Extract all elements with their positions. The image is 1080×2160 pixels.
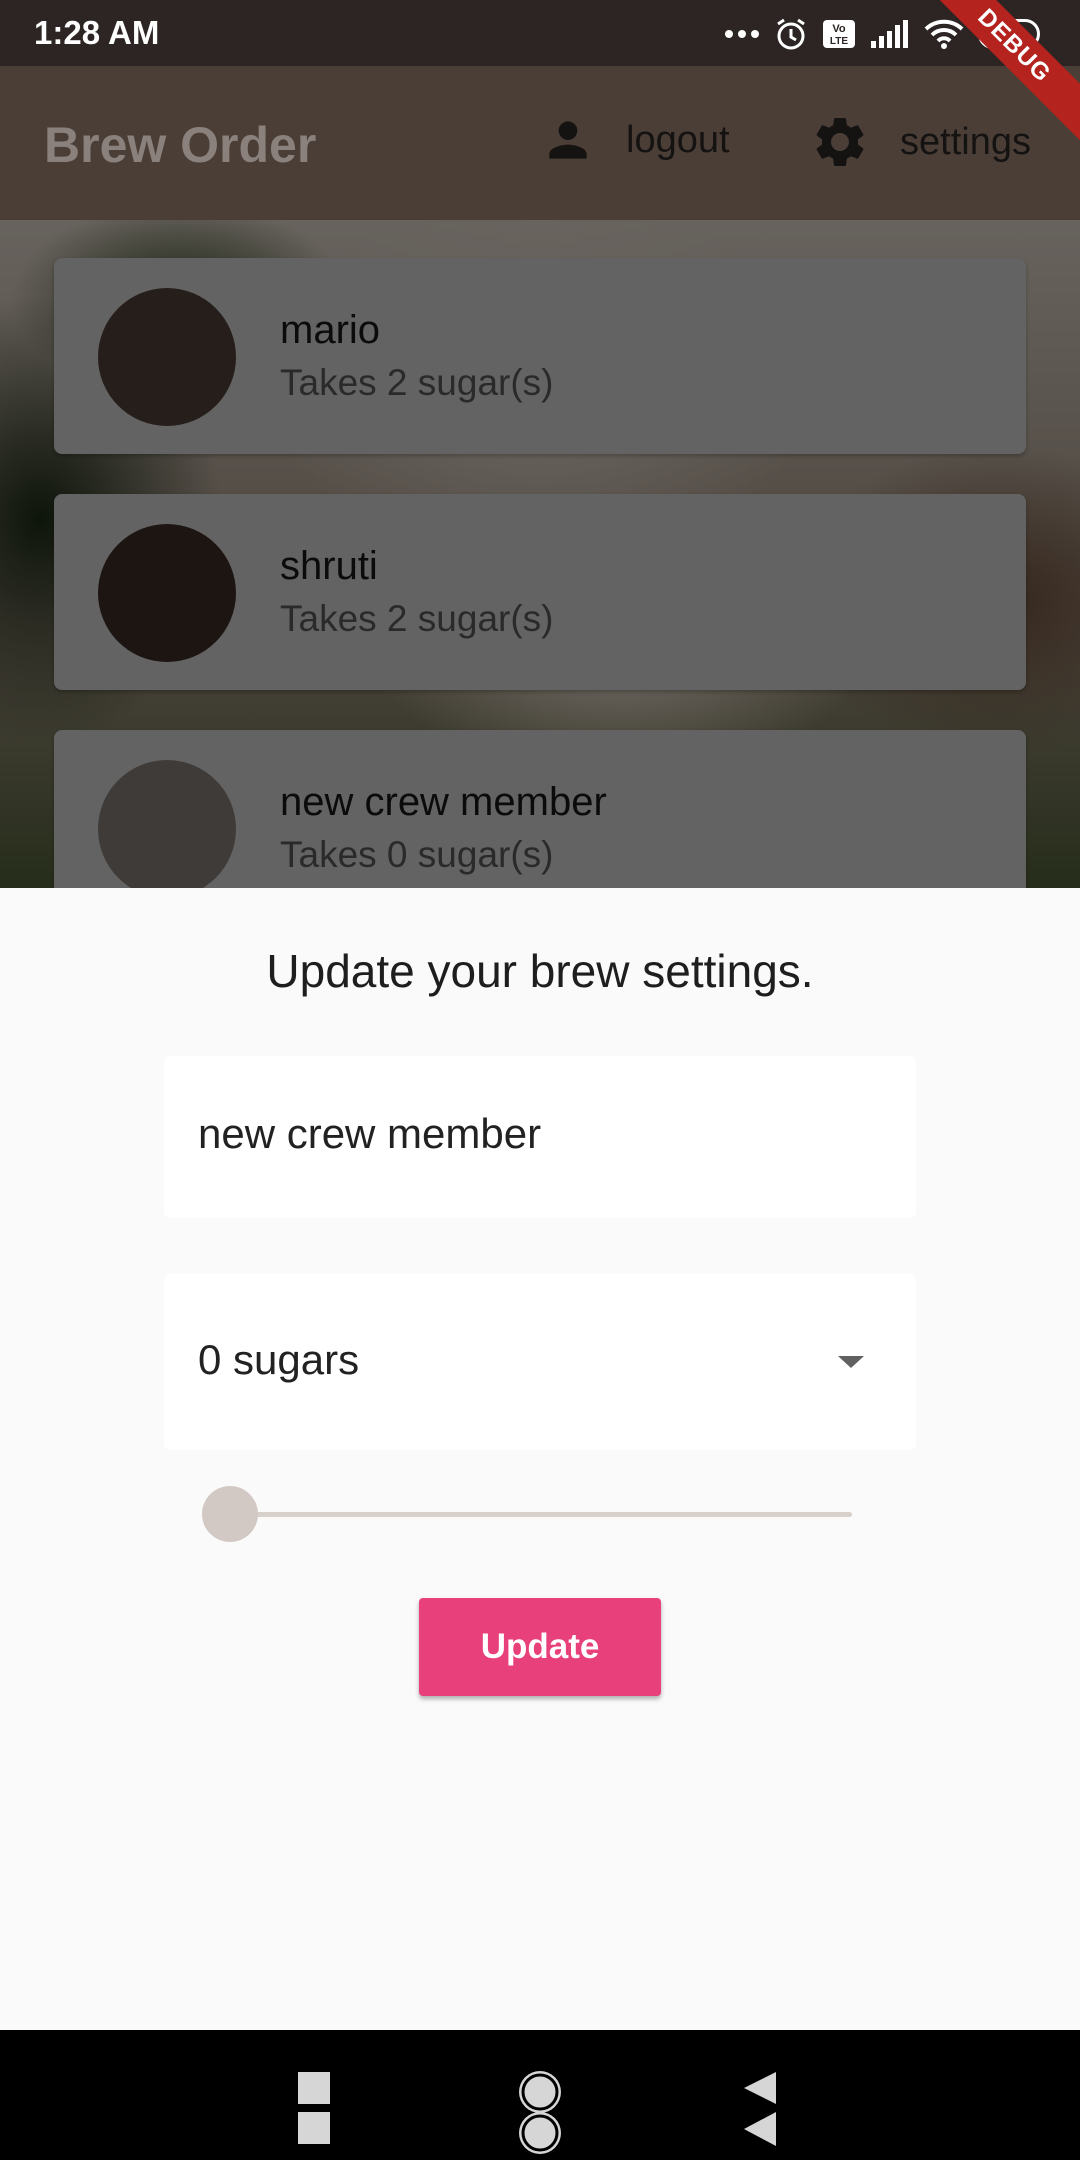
- brew-list-area: mario Takes 2 sugar(s) shruti Takes 2 su…: [0, 220, 1080, 888]
- chevron-down-icon: [838, 1356, 864, 1368]
- volte-icon: VoLTE: [823, 20, 855, 48]
- person-icon: [549, 121, 587, 159]
- strength-slider[interactable]: [202, 1486, 852, 1542]
- slider-thumb[interactable]: [202, 1486, 258, 1542]
- settings-label: settings: [900, 120, 1031, 163]
- settings-sheet: Update your brew settings. new crew memb…: [0, 888, 1080, 2030]
- sheet-title: Update your brew settings.: [266, 945, 814, 997]
- more-dots-icon: [725, 30, 759, 38]
- update-button[interactable]: Update: [419, 1598, 661, 1696]
- system-nav-bar: [0, 2030, 1080, 2160]
- wifi-icon: [924, 19, 964, 49]
- svg-text:LTE: LTE: [830, 36, 848, 47]
- gear-icon: [816, 117, 864, 166]
- app-bar: Brew Order logout settings: [0, 66, 1080, 220]
- back-icon[interactable]: [742, 2070, 778, 2148]
- svg-text:Vo: Vo: [832, 23, 846, 35]
- sugars-value: 0 sugars: [198, 1336, 360, 1383]
- name-field[interactable]: new crew member: [164, 1056, 916, 1218]
- sugars-dropdown[interactable]: 0 sugars: [164, 1274, 916, 1450]
- logout-button[interactable]: logout: [540, 112, 730, 168]
- signal-icon: [871, 20, 908, 48]
- app-title: Brew Order: [44, 117, 317, 173]
- status-time: 1:28 AM: [34, 14, 160, 51]
- name-value: new crew member: [198, 1110, 542, 1157]
- slider-track[interactable]: [230, 1512, 852, 1517]
- logout-label: logout: [626, 118, 730, 161]
- modal-scrim[interactable]: [0, 220, 1080, 888]
- recents-icon[interactable]: [296, 2070, 332, 2146]
- home-icon[interactable]: [514, 2070, 566, 2156]
- status-bar: 1:28 AM VoLTE 52: [0, 0, 1080, 66]
- settings-button[interactable]: settings: [810, 112, 1031, 172]
- alarm-icon: [777, 18, 805, 50]
